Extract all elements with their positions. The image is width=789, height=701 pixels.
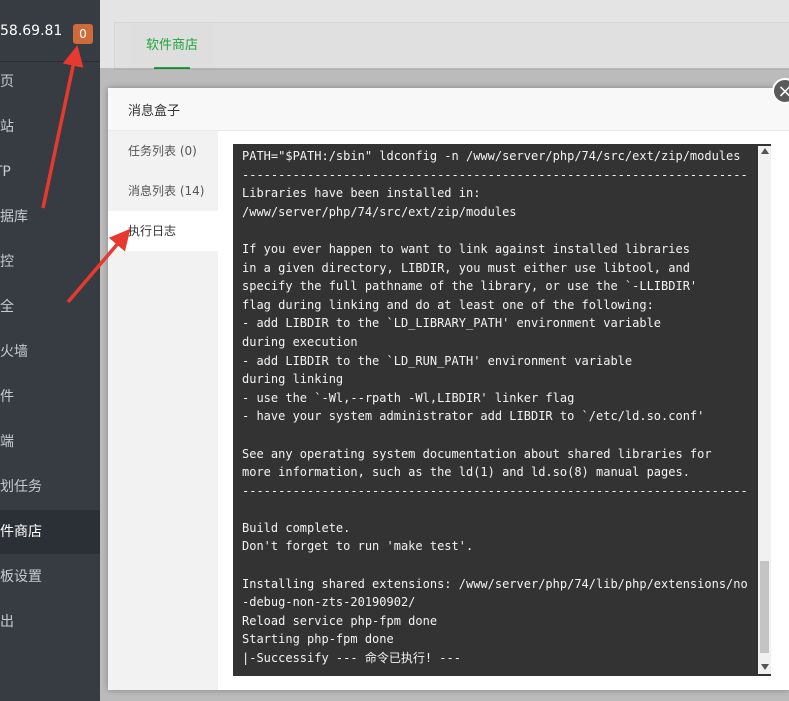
sidebar-item-label: 计划任务	[0, 479, 42, 495]
sidebar-item-store[interactable]: 软件商店	[0, 510, 100, 554]
sidebar-item-security[interactable]: 安全	[0, 285, 100, 329]
modal-header: 消息盒子	[108, 88, 789, 131]
modal-tab-list: 任务列表 (0) 消息列表 (14) 执行日志	[108, 131, 218, 690]
sidebar-item-label: 面板设置	[0, 569, 42, 585]
sidebar-item-monitor[interactable]: 监控	[0, 240, 100, 284]
sidebar-item-label: 终端	[0, 434, 14, 450]
sidebar-item-ftp[interactable]: FTP	[0, 150, 100, 194]
sidebar-item-firewall[interactable]: 防火墙	[0, 330, 100, 374]
sidebar-item-label: 软件商店	[0, 524, 42, 540]
sidebar-item-files[interactable]: 文件	[0, 375, 100, 419]
sidebar-item-label: 网站	[0, 119, 14, 135]
tab-execution-log[interactable]: 执行日志	[108, 211, 218, 251]
scroll-thumb[interactable]	[760, 561, 769, 653]
tab-software-store[interactable]: 软件商店	[129, 23, 215, 69]
scroll-down-icon[interactable]	[761, 664, 769, 670]
tab-task-list[interactable]: 任务列表 (0)	[108, 131, 218, 171]
sidebar-item-terminal[interactable]: 终端	[0, 420, 100, 464]
sidebar: 58.69.81 0 首页 网站 FTP 数据库 监控 安全 防火墙 文件 终端…	[0, 0, 100, 701]
message-badge[interactable]: 0	[73, 24, 93, 44]
tab-message-list[interactable]: 消息列表 (14)	[108, 171, 218, 211]
log-scrollbar[interactable]	[758, 146, 771, 674]
top-tabbar: 软件商店	[114, 22, 789, 70]
sidebar-item-home[interactable]: 首页	[0, 60, 100, 104]
sidebar-item-label: FTP	[0, 164, 11, 180]
sidebar-item-label: 文件	[0, 389, 14, 405]
server-ip: 58.69.81	[0, 23, 63, 39]
modal-title: 消息盒子	[128, 104, 181, 119]
sidebar-item-label: 防火墙	[0, 344, 28, 360]
sidebar-item-label: 监控	[0, 254, 14, 270]
sidebar-item-database[interactable]: 数据库	[0, 195, 100, 239]
sidebar-item-logout[interactable]: 退出	[0, 600, 100, 644]
sidebar-item-cron[interactable]: 计划任务	[0, 465, 100, 509]
sidebar-item-label: 数据库	[0, 209, 28, 225]
sidebar-item-settings[interactable]: 面板设置	[0, 555, 100, 599]
sidebar-item-website[interactable]: 网站	[0, 105, 100, 149]
sidebar-item-label: 首页	[0, 74, 14, 90]
log-console[interactable]: PATH="$PATH:/sbin" ldconfig -n /www/serv…	[233, 144, 771, 676]
sidebar-item-label: 退出	[0, 614, 14, 630]
log-text: PATH="$PATH:/sbin" ldconfig -n /www/serv…	[242, 149, 748, 666]
scroll-up-icon[interactable]	[761, 148, 769, 154]
sidebar-item-label: 安全	[0, 299, 14, 315]
message-box-modal: 消息盒子 任务列表 (0) 消息列表 (14) 执行日志 PATH="$PATH…	[108, 88, 789, 690]
